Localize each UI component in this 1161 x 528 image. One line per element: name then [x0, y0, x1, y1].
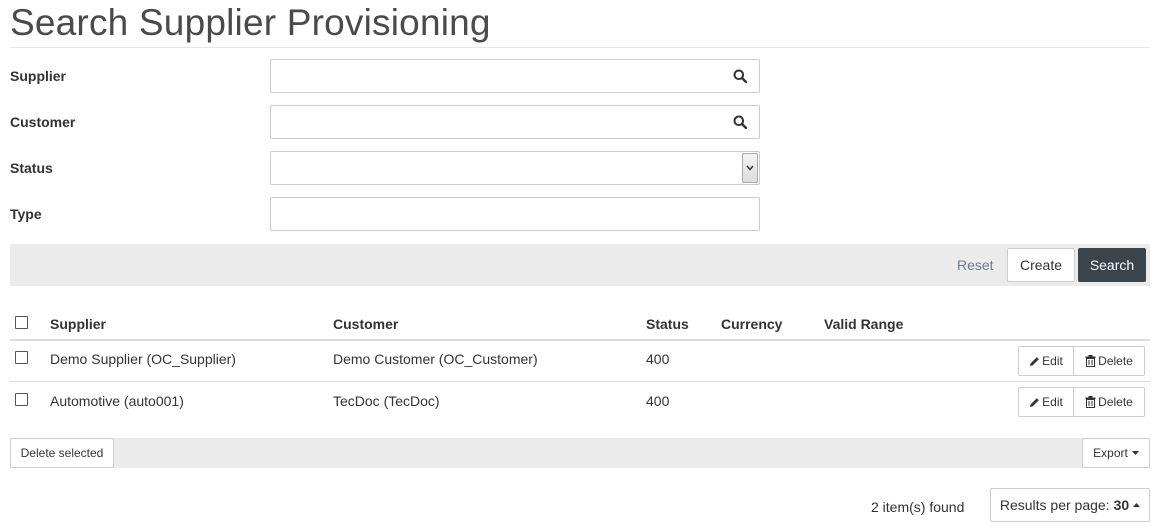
- trash-icon: [1085, 396, 1096, 408]
- title-divider: [10, 47, 1150, 48]
- select-all-checkbox[interactable]: [15, 316, 28, 329]
- caret-up-icon: [1133, 503, 1141, 507]
- customer-label: Customer: [10, 114, 76, 130]
- edit-button[interactable]: Edit: [1018, 387, 1074, 417]
- type-input[interactable]: [270, 197, 760, 231]
- results-per-page-label: Results per page:: [999, 497, 1110, 513]
- bulk-action-toolbar: [10, 438, 1150, 468]
- customer-input[interactable]: [270, 105, 721, 139]
- type-label: Type: [10, 206, 42, 222]
- items-found-count: 2 item(s) found: [871, 499, 965, 515]
- column-header-status[interactable]: Status: [646, 316, 689, 332]
- row-supplier: Demo Supplier (OC_Supplier): [50, 351, 236, 367]
- results-per-page-value: 30: [1113, 497, 1130, 513]
- search-icon: [733, 69, 747, 83]
- row-status: 400: [646, 393, 670, 409]
- table-header-divider: [10, 339, 1150, 341]
- row-checkbox[interactable]: [15, 393, 28, 406]
- row-supplier: Automotive (auto001): [50, 393, 184, 409]
- row-divider: [10, 381, 1150, 382]
- column-header-currency[interactable]: Currency: [721, 316, 782, 332]
- search-icon: [733, 115, 747, 129]
- delete-button[interactable]: Delete: [1073, 387, 1145, 417]
- status-dropdown-arrow[interactable]: [742, 153, 758, 183]
- customer-search-button[interactable]: [720, 105, 760, 139]
- supplier-input[interactable]: [270, 59, 721, 93]
- page-title: Search Supplier Provisioning: [10, 2, 491, 43]
- chevron-down-icon: [746, 165, 754, 171]
- reset-link[interactable]: Reset: [957, 257, 994, 273]
- row-status: 400: [646, 351, 670, 367]
- edit-label: Edit: [1042, 354, 1063, 368]
- delete-label: Delete: [1098, 354, 1133, 368]
- pencil-icon: [1029, 356, 1040, 367]
- delete-button[interactable]: Delete: [1073, 346, 1145, 376]
- edit-button[interactable]: Edit: [1018, 346, 1074, 376]
- status-select[interactable]: [270, 151, 760, 185]
- column-header-supplier[interactable]: Supplier: [50, 316, 106, 332]
- create-button[interactable]: Create: [1007, 248, 1075, 282]
- delete-label: Delete: [1098, 395, 1133, 409]
- supplier-search-button[interactable]: [720, 59, 760, 93]
- supplier-label: Supplier: [10, 68, 67, 84]
- export-label: Export: [1093, 446, 1128, 460]
- row-customer: Demo Customer (OC_Customer): [333, 351, 538, 367]
- column-header-valid-range[interactable]: Valid Range: [824, 316, 903, 332]
- export-button[interactable]: Export: [1082, 438, 1150, 468]
- row-customer: TecDoc (TecDoc): [333, 393, 440, 409]
- caret-down-icon: [1131, 451, 1139, 455]
- search-button[interactable]: Search: [1078, 248, 1146, 282]
- status-label: Status: [10, 160, 53, 176]
- pencil-icon: [1029, 397, 1040, 408]
- trash-icon: [1085, 355, 1096, 367]
- delete-selected-button[interactable]: Delete selected: [10, 438, 114, 468]
- results-per-page-button[interactable]: Results per page: 30: [990, 488, 1150, 522]
- row-checkbox[interactable]: [15, 351, 28, 364]
- edit-label: Edit: [1042, 395, 1063, 409]
- column-header-customer[interactable]: Customer: [333, 316, 398, 332]
